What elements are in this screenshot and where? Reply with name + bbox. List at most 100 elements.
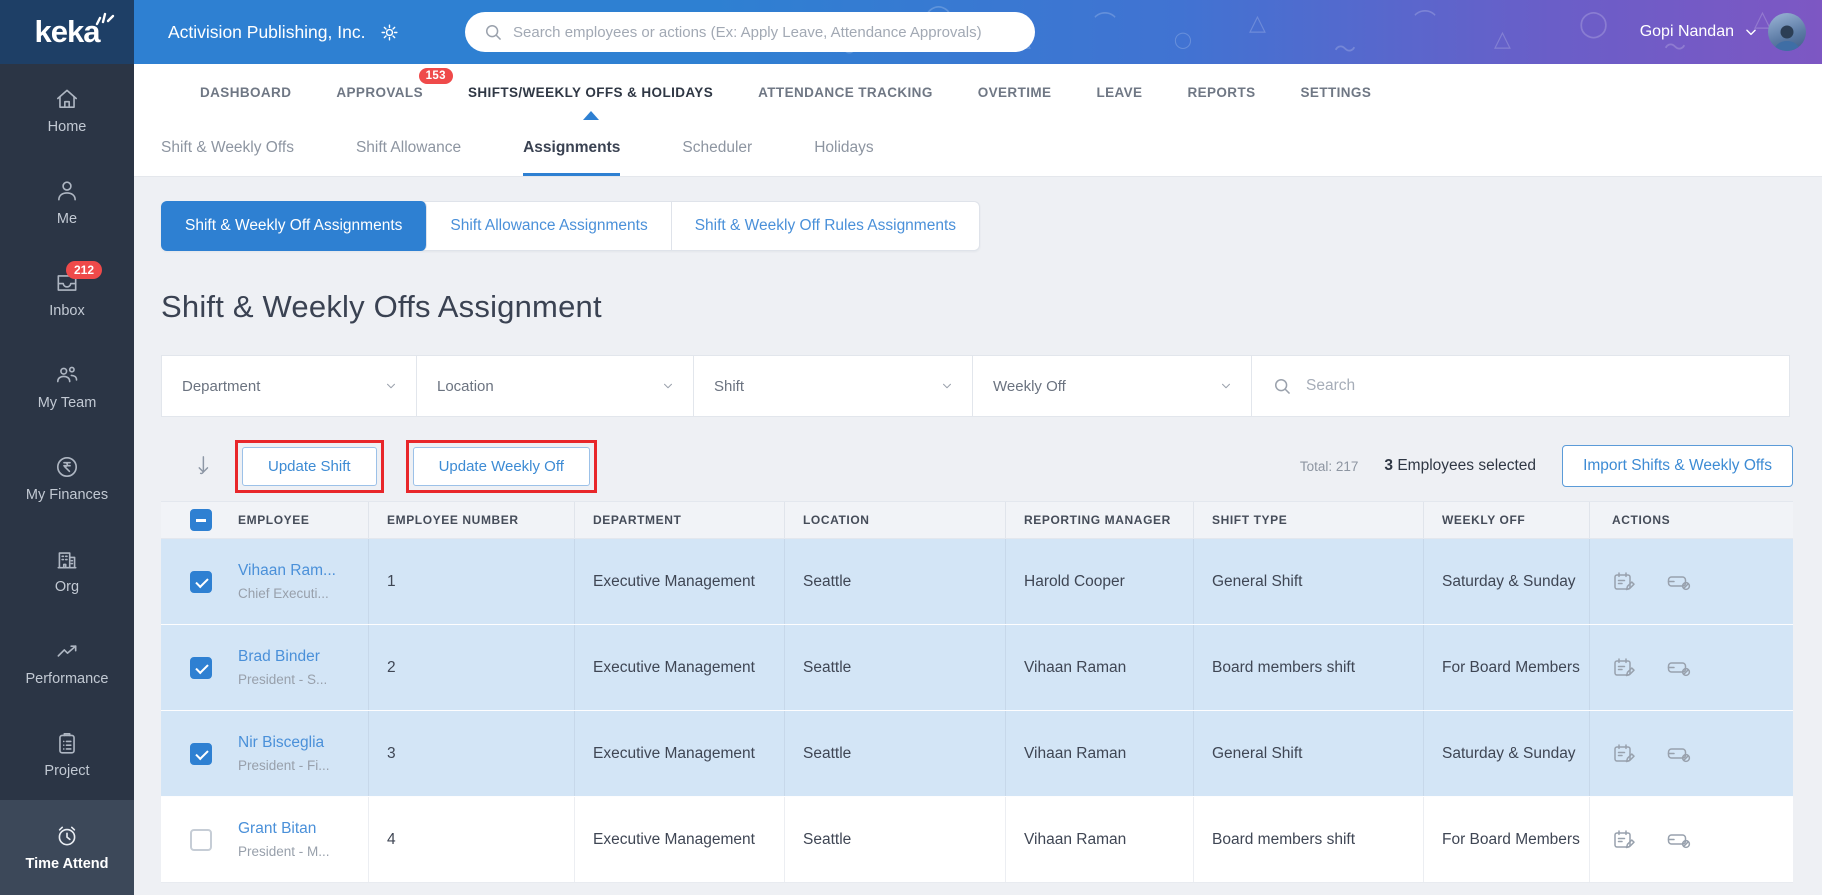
edit-shift-icon[interactable] (1612, 656, 1638, 680)
sidebar-item-home[interactable]: Home (0, 64, 134, 156)
row-checkbox[interactable] (190, 656, 212, 679)
subtab-holidays[interactable]: Holidays (814, 120, 873, 176)
sidebar-item-label: My Finances (25, 486, 109, 503)
home-icon (56, 89, 78, 108)
column-header-reporting-manager: REPORTING MANAGER (1024, 513, 1171, 527)
update-shift-button[interactable]: Update Shift (242, 446, 377, 486)
chevron-down-icon (942, 383, 952, 389)
keka-logo[interactable]: keka (0, 0, 134, 64)
tab-leave[interactable]: LEAVE (1096, 64, 1142, 120)
reporting-manager-cell: Vihaan Raman (1006, 711, 1194, 796)
org-building-icon (57, 551, 77, 568)
revoke-shift-icon[interactable] (1666, 829, 1693, 851)
view-switcher: Shift & Weekly Off Assignments Shift All… (161, 201, 981, 251)
sidebar-item-label: Project (44, 762, 90, 779)
location-filter[interactable]: Location (416, 355, 694, 417)
employee-link[interactable]: Nir Bisceglia (238, 734, 330, 752)
global-search-input[interactable] (513, 23, 1017, 41)
tab-approvals[interactable]: APPROVALS 153 (336, 64, 453, 120)
table-row: Nir Bisceglia President - Fi... 3 Execut… (161, 711, 1793, 797)
subtab-shift-allowance[interactable]: Shift Allowance (356, 120, 461, 176)
department-cell: Executive Management (575, 625, 785, 710)
department-cell: Executive Management (575, 539, 785, 624)
sidebar-item-inbox[interactable]: 212 Inbox (0, 248, 134, 340)
employee-link[interactable]: Vihaan Ram... (238, 562, 336, 580)
user-menu[interactable]: Gopi Nandan (1640, 0, 1806, 64)
reporting-manager-cell: Harold Cooper (1006, 539, 1194, 624)
person-icon (58, 180, 76, 200)
weekly-off-cell: Saturday & Sunday (1424, 539, 1590, 624)
update-weekly-off-button[interactable]: Update Weekly Off (412, 446, 590, 486)
row-checkbox[interactable] (190, 742, 212, 765)
edit-shift-icon[interactable] (1612, 742, 1638, 766)
sidebar-item-my-team[interactable]: My Team (0, 340, 134, 432)
tab-shifts-weekly-offs-holidays[interactable]: SHIFTS/WEEKLY OFFS & HOLIDAYS (468, 64, 713, 120)
sidebar-item-time-attend[interactable]: Time Attend (0, 800, 134, 895)
edit-shift-icon[interactable] (1612, 570, 1638, 594)
subtab-scheduler[interactable]: Scheduler (682, 120, 752, 176)
shift-filter[interactable]: Shift (693, 355, 973, 417)
view-shift-allowance-assignments[interactable]: Shift Allowance Assignments (427, 202, 672, 250)
employee-number-cell: 2 (369, 625, 575, 710)
tab-dashboard[interactable]: DASHBOARD (200, 64, 291, 120)
row-checkbox[interactable] (190, 828, 212, 851)
table-toolbar: Update Shift Update Weekly Off Total: 21… (161, 435, 1793, 497)
global-search[interactable] (465, 12, 1035, 52)
column-header-weekly-off: WEEKLY OFF (1442, 513, 1526, 527)
user-name: Gopi Nandan (1639, 23, 1734, 40)
sidebar-item-performance[interactable]: Performance (0, 616, 134, 708)
sort-arrow-icon[interactable] (191, 453, 213, 479)
weekly-off-filter[interactable]: Weekly Off (972, 355, 1252, 417)
employee-title: Chief Executi... (238, 586, 329, 601)
row-checkbox[interactable] (190, 570, 212, 593)
page-title: Shift & Weekly Offs Assignment (161, 289, 602, 324)
sidebar-item-label: Org (54, 578, 80, 595)
location-cell: Seattle (785, 797, 1006, 882)
tab-reports[interactable]: REPORTS (1187, 64, 1255, 120)
revoke-shift-icon[interactable] (1666, 657, 1693, 679)
search-icon (486, 25, 501, 40)
location-cell: Seattle (785, 625, 1006, 710)
import-shifts-weekly-offs-button[interactable]: Import Shifts & Weekly Offs (1562, 445, 1793, 487)
subtab-shift-weekly-offs[interactable]: Shift & Weekly Offs (161, 120, 294, 176)
sidebar-item-my-finances[interactable]: My Finances (0, 432, 134, 524)
tab-label: DASHBOARD (200, 84, 292, 100)
revoke-shift-icon[interactable] (1666, 743, 1693, 765)
sidebar-item-project[interactable]: Project (0, 708, 134, 800)
inbox-badge: 212 (66, 261, 103, 279)
select-all-checkbox[interactable] (190, 509, 212, 531)
company-name[interactable]: Activision Publishing, Inc. (168, 22, 365, 43)
column-header-location: LOCATION (803, 513, 870, 527)
employee-title: President - M... (238, 844, 330, 859)
selected-count: 3 Employees selected (1384, 457, 1536, 475)
shift-type-cell: General Shift (1194, 539, 1424, 624)
edit-shift-icon[interactable] (1612, 828, 1638, 852)
avatar[interactable] (1768, 13, 1806, 51)
filter-label: Shift (714, 377, 745, 395)
view-shift-weekly-off-assignments[interactable]: Shift & Weekly Off Assignments (161, 201, 428, 251)
selected-count-text: Employees selected (1393, 457, 1537, 474)
filter-label: Location (437, 377, 494, 395)
chevron-down-icon (1746, 29, 1756, 36)
company-settings-gear-icon[interactable] (379, 22, 400, 43)
secondary-nav: Shift & Weekly Offs Shift Allowance Assi… (134, 120, 1822, 177)
rupee-circle-icon (56, 456, 78, 477)
tab-attendance-tracking[interactable]: ATTENDANCE TRACKING (758, 64, 933, 120)
toolbar-right: Total: 217 3 Employees selected Import S… (1300, 445, 1793, 487)
subtab-assignments[interactable]: Assignments (523, 120, 621, 176)
sidebar-item-org[interactable]: Org (0, 524, 134, 616)
tab-settings[interactable]: SETTINGS (1301, 64, 1372, 120)
department-filter[interactable]: Department (161, 355, 417, 417)
revoke-shift-icon[interactable] (1666, 571, 1693, 593)
main-content: Shift & Weekly Off Assignments Shift All… (134, 177, 1822, 895)
sidebar-item-label: Home (47, 118, 87, 135)
employee-link[interactable]: Brad Binder (238, 648, 327, 666)
table-search[interactable] (1251, 355, 1790, 417)
view-shift-weekly-off-rules-assignments[interactable]: Shift & Weekly Off Rules Assignments (671, 202, 980, 250)
weekly-off-cell: Saturday & Sunday (1424, 711, 1590, 796)
table-row: Vihaan Ram... Chief Executi... 1 Executi… (161, 539, 1793, 625)
sidebar-item-me[interactable]: Me (0, 156, 134, 248)
tab-overtime[interactable]: OVERTIME (978, 64, 1052, 120)
employee-link[interactable]: Grant Bitan (238, 820, 330, 838)
table-search-input[interactable] (1306, 377, 1771, 395)
